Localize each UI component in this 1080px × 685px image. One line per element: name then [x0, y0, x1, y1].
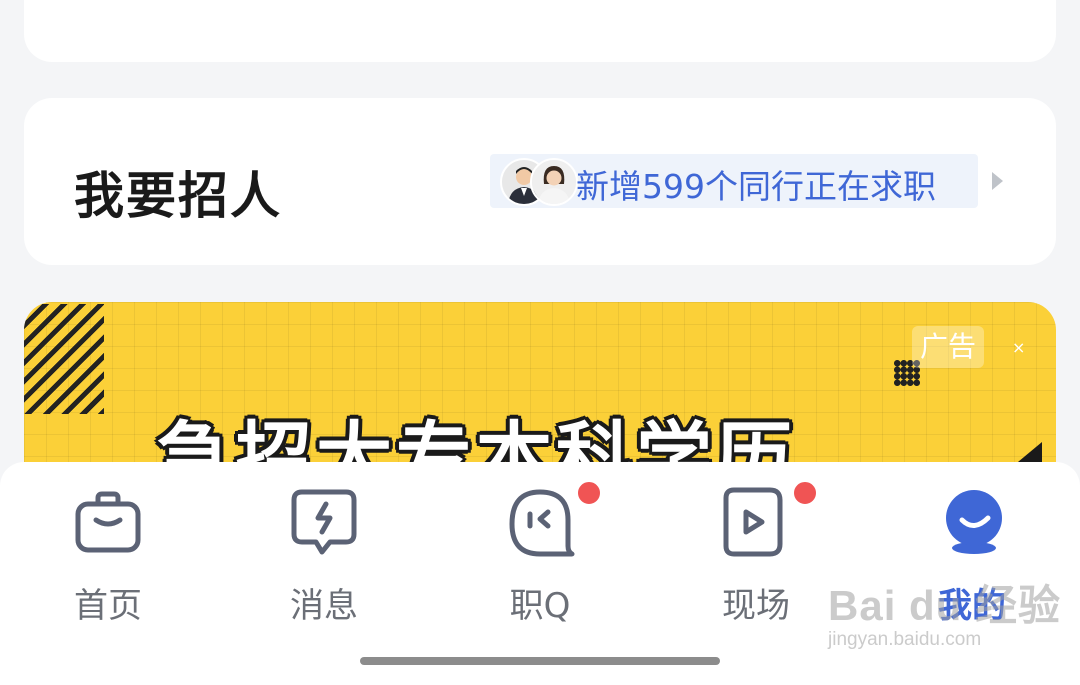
- notification-dot: [576, 480, 602, 506]
- play-icon: [723, 487, 783, 557]
- tab-home[interactable]: 首页: [0, 462, 216, 632]
- job-seeker-tag[interactable]: 新增599个同行正在求职: [490, 154, 978, 208]
- notification-dot: [792, 480, 818, 506]
- message-icon: [291, 489, 357, 555]
- job-seeker-count-text: 新增599个同行正在求职: [576, 167, 936, 206]
- stripe-decoration: [24, 304, 104, 414]
- tab-label: 消息: [290, 586, 358, 626]
- avatar-female: [530, 158, 578, 206]
- profile-icon: [946, 490, 1002, 554]
- chat-bubble-icon: [509, 489, 575, 557]
- ad-label: 广告: [912, 326, 984, 368]
- chevron-right-icon[interactable]: [992, 172, 1003, 190]
- tab-messages[interactable]: 消息: [216, 462, 432, 632]
- recruit-title: 我要招人: [74, 167, 282, 225]
- briefcase-icon: [75, 491, 141, 553]
- tab-label: 首页: [74, 586, 142, 626]
- tab-zhiq[interactable]: 职Q: [432, 462, 648, 632]
- home-indicator[interactable]: [360, 657, 720, 665]
- watermark-logo: Bai du 经验: [828, 582, 1062, 629]
- baidu-watermark: Bai du 经验 jingyan.baidu.com: [828, 572, 1061, 651]
- tab-label: 职Q: [509, 586, 571, 626]
- recruit-card[interactable]: 我要招人 新增599个同行正在求职: [24, 98, 1056, 265]
- previous-card: [24, 0, 1056, 62]
- close-icon[interactable]: ×: [1012, 338, 1025, 357]
- watermark-url: jingyan.baidu.com: [828, 629, 982, 650]
- ad-banner[interactable]: 广告 × 急招大专本科学历: [24, 302, 1056, 482]
